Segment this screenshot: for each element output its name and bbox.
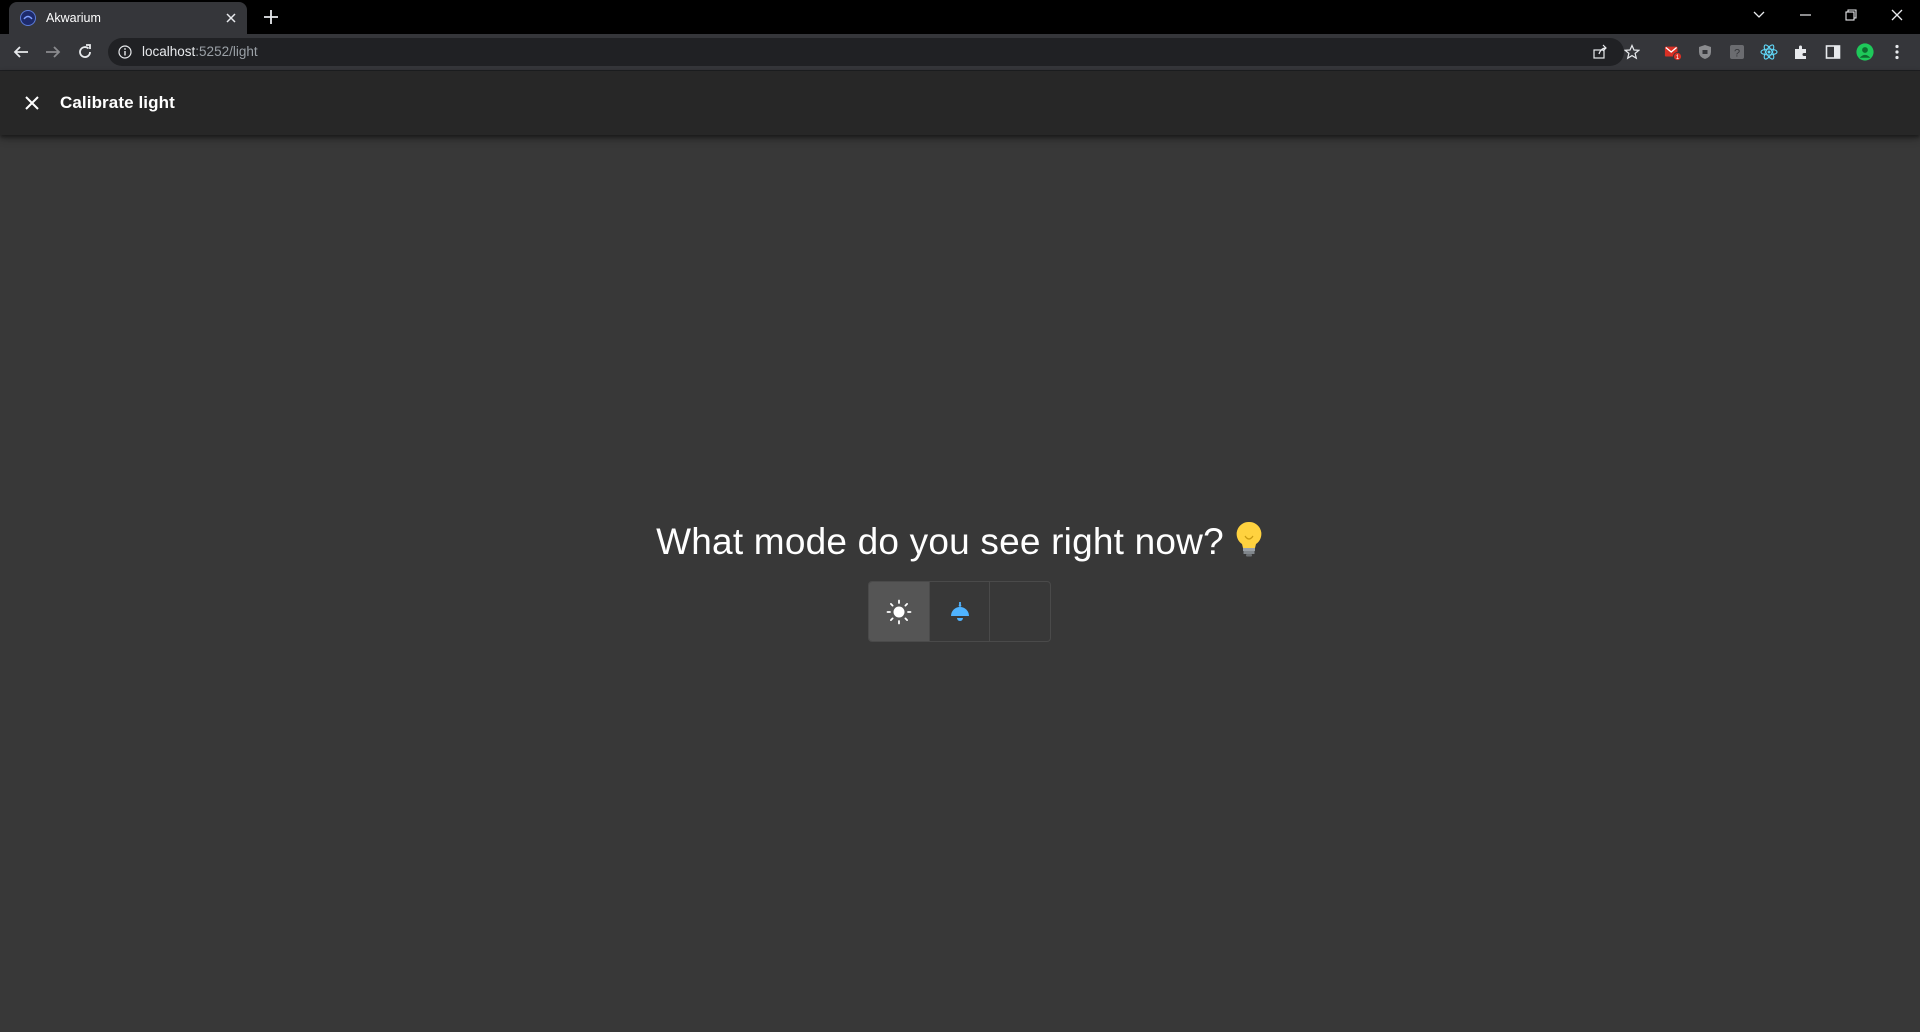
app-bar: Calibrate light xyxy=(0,71,1920,135)
tab-title: Akwarium xyxy=(46,11,101,25)
sun-icon xyxy=(886,599,912,624)
window-controls xyxy=(1736,0,1920,30)
mode-question: What mode do you see right now? xyxy=(0,520,1920,567)
url-host: localhost xyxy=(142,44,196,59)
help-extension-icon[interactable]: ? xyxy=(1728,43,1746,61)
page-title: Calibrate light xyxy=(60,93,175,112)
close-icon xyxy=(25,96,39,110)
react-devtools-icon[interactable] xyxy=(1760,43,1778,61)
share-icon[interactable] xyxy=(1592,44,1608,60)
extensions-puzzle-icon[interactable] xyxy=(1792,43,1810,61)
mode-night-button[interactable] xyxy=(990,582,1050,641)
profile-avatar-icon[interactable] xyxy=(1856,43,1874,61)
browser-tab[interactable]: Akwarium xyxy=(9,2,247,34)
svg-text:?: ? xyxy=(1734,48,1740,60)
forward-icon[interactable] xyxy=(44,43,62,61)
address-bar[interactable]: localhost:5252/light xyxy=(108,38,1641,66)
url-path: :5252/light xyxy=(195,44,258,59)
back-icon[interactable] xyxy=(12,43,30,61)
side-panel-icon[interactable] xyxy=(1824,43,1842,61)
url-text: localhost:5252/light xyxy=(142,44,258,59)
mode-toggle-group xyxy=(868,581,1051,642)
site-info-icon[interactable] xyxy=(118,45,132,59)
browser-menu-icon[interactable] xyxy=(1888,43,1906,61)
gmail-extension-icon[interactable]: 1 xyxy=(1664,43,1682,61)
restore-icon[interactable] xyxy=(1828,0,1874,30)
reload-icon[interactable] xyxy=(76,43,94,61)
bookmark-star-icon[interactable] xyxy=(1623,44,1641,60)
mode-lamp-button[interactable] xyxy=(930,582,991,641)
tab-close-icon[interactable] xyxy=(223,10,239,26)
minimize-icon[interactable] xyxy=(1782,0,1828,30)
browser-tabstrip: Akwarium xyxy=(0,0,1920,34)
lightbulb-icon xyxy=(1234,520,1264,567)
shield-extension-icon[interactable] xyxy=(1696,43,1714,61)
extension-badge: 1 xyxy=(1676,54,1680,61)
browser-toolbar: localhost:5252/light 1 ? xyxy=(0,34,1920,71)
mode-day-button[interactable] xyxy=(869,582,930,641)
new-tab-icon[interactable] xyxy=(262,8,280,26)
tab-favicon-icon xyxy=(20,10,36,26)
mode-question-text: What mode do you see right now? xyxy=(656,521,1224,562)
moon-icon xyxy=(1014,601,1025,622)
close-button[interactable] xyxy=(20,91,44,115)
close-window-icon[interactable] xyxy=(1874,0,1920,30)
lamp-icon xyxy=(950,601,969,621)
tab-search-icon[interactable] xyxy=(1736,0,1782,30)
